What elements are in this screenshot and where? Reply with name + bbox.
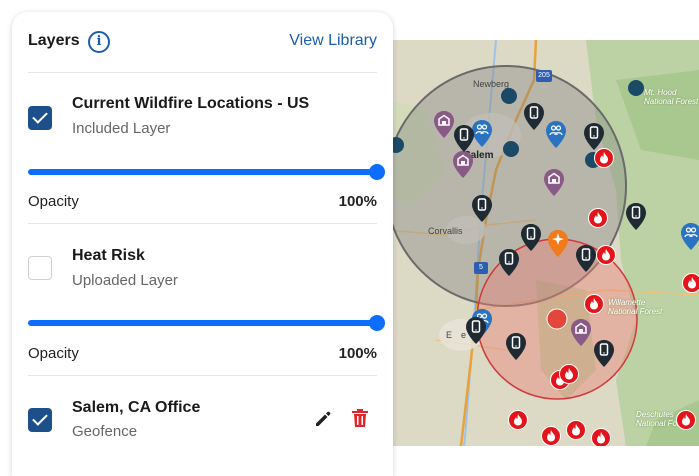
opacity-label: Opacity bbox=[28, 345, 79, 362]
people-marker-icon[interactable] bbox=[679, 221, 699, 251]
device-marker-icon[interactable] bbox=[624, 201, 648, 231]
device-marker-icon[interactable] bbox=[519, 222, 543, 252]
fire-marker-icon[interactable] bbox=[584, 294, 604, 314]
device-marker-icon[interactable] bbox=[522, 101, 546, 131]
layers-panel: Layers i View Library Current Wildfire L… bbox=[12, 12, 393, 476]
layer-checkbox-geofence[interactable] bbox=[28, 408, 52, 432]
office-marker-icon[interactable] bbox=[542, 167, 566, 197]
location-dot-marker[interactable] bbox=[627, 79, 645, 97]
layer-item-geofence: Salem, CA Office Geofence bbox=[28, 398, 377, 448]
hwy-5-shield: 5 bbox=[474, 262, 488, 274]
label-mthood: Mt. Hood National Forest bbox=[644, 88, 699, 106]
fire-marker-icon[interactable] bbox=[541, 426, 561, 446]
label-corvallis: Corvallis bbox=[428, 226, 463, 236]
fire-marker-icon[interactable] bbox=[591, 428, 611, 446]
info-icon[interactable]: i bbox=[88, 31, 110, 53]
fire-marker-icon[interactable] bbox=[559, 364, 579, 384]
trash-icon[interactable] bbox=[351, 408, 369, 428]
device-marker-icon[interactable] bbox=[452, 123, 476, 153]
layer-name: Current Wildfire Locations - US bbox=[72, 95, 310, 112]
device-marker-icon[interactable] bbox=[574, 243, 598, 273]
view-library-link[interactable]: View Library bbox=[289, 32, 377, 50]
device-marker-icon[interactable] bbox=[592, 338, 616, 368]
office-marker-icon[interactable] bbox=[451, 149, 475, 179]
office-marker-icon[interactable] bbox=[569, 317, 593, 347]
pencil-icon[interactable] bbox=[313, 409, 333, 429]
label-eugene-e: E bbox=[446, 330, 453, 340]
divider bbox=[28, 375, 377, 376]
divider bbox=[28, 223, 377, 224]
map-view[interactable]: 205 5 Newberg Salem Corvallis E e Mt. Ho… bbox=[386, 40, 699, 446]
fire-marker-icon[interactable] bbox=[566, 420, 586, 440]
location-dot-marker[interactable] bbox=[500, 87, 518, 105]
fire-marker-icon[interactable] bbox=[594, 148, 614, 168]
opacity-slider-thumb[interactable] bbox=[369, 164, 385, 180]
opacity-slider-wildfire[interactable] bbox=[28, 164, 385, 180]
layer-checkbox-heat-risk[interactable] bbox=[28, 256, 52, 280]
location-dot-marker[interactable] bbox=[502, 140, 520, 158]
panel-header: Layers i View Library bbox=[28, 31, 377, 56]
fire-marker-icon[interactable] bbox=[588, 208, 608, 228]
label-willamette: Willamette National Forest bbox=[608, 298, 663, 316]
device-marker-icon[interactable] bbox=[497, 247, 521, 277]
divider bbox=[28, 72, 377, 73]
opacity-label: Opacity bbox=[28, 193, 79, 210]
opacity-slider-heat-risk[interactable] bbox=[28, 315, 385, 331]
device-marker-icon[interactable] bbox=[504, 331, 528, 361]
fire-marker-icon[interactable] bbox=[676, 410, 696, 430]
device-marker-icon[interactable] bbox=[582, 121, 606, 151]
layer-item-heat-risk: Heat Risk Uploaded Layer bbox=[28, 246, 377, 306]
layer-item-wildfire: Current Wildfire Locations - US Included… bbox=[28, 94, 377, 154]
fire-marker-icon[interactable] bbox=[682, 273, 699, 293]
fire-marker-icon[interactable] bbox=[596, 245, 616, 265]
panel-title: Layers bbox=[28, 32, 80, 49]
hwy-205-shield: 205 bbox=[536, 70, 552, 82]
layer-name: Salem, CA Office bbox=[72, 399, 201, 416]
layer-checkbox-wildfire[interactable] bbox=[28, 106, 52, 130]
opacity-value: 100% bbox=[338, 193, 377, 210]
people-marker-icon[interactable] bbox=[544, 119, 568, 149]
opacity-slider-thumb[interactable] bbox=[369, 315, 385, 331]
alert-marker-icon[interactable] bbox=[546, 228, 570, 258]
layer-type: Uploaded Layer bbox=[72, 272, 178, 289]
device-marker-icon[interactable] bbox=[464, 315, 488, 345]
layer-type: Included Layer bbox=[72, 120, 171, 137]
layer-type: Geofence bbox=[72, 423, 138, 440]
layer-name: Heat Risk bbox=[72, 247, 145, 264]
fire-marker-icon[interactable] bbox=[508, 410, 528, 430]
opacity-value: 100% bbox=[338, 345, 377, 362]
device-marker-icon[interactable] bbox=[470, 193, 494, 223]
